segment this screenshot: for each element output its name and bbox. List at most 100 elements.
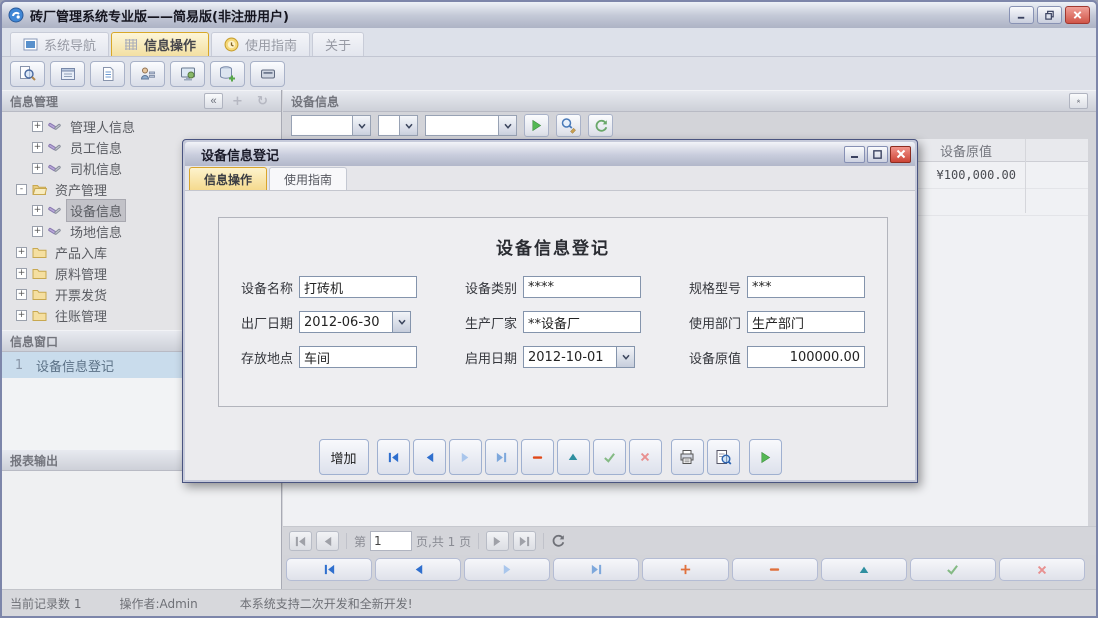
check-record-button[interactable] bbox=[910, 558, 996, 581]
check-dialog-button[interactable] bbox=[593, 439, 626, 475]
panel-collapse-button[interactable] bbox=[1069, 93, 1088, 109]
close-button[interactable] bbox=[1065, 6, 1090, 24]
next-page-button[interactable] bbox=[486, 531, 509, 551]
search-button[interactable] bbox=[10, 61, 45, 87]
pager-refresh-icon[interactable] bbox=[551, 534, 565, 548]
monitor-button[interactable] bbox=[170, 61, 205, 87]
up-dialog-button[interactable] bbox=[557, 439, 590, 475]
form-field-grid: 设备名称设备类别规格型号出厂日期生产厂家使用部门存放地点启用日期设备原值 bbox=[241, 276, 887, 368]
tab-label: 系统导航 bbox=[44, 35, 96, 54]
document-button[interactable] bbox=[90, 61, 125, 87]
tree-toggle-icon[interactable]: + bbox=[16, 268, 27, 279]
dialog-tab-1[interactable]: 使用指南 bbox=[269, 167, 347, 190]
device-button[interactable] bbox=[250, 61, 285, 87]
plus-record-button[interactable] bbox=[642, 558, 728, 581]
field-input[interactable] bbox=[299, 311, 393, 333]
field-input[interactable] bbox=[747, 346, 865, 368]
next-icon bbox=[491, 535, 504, 548]
tree-toggle-icon[interactable]: + bbox=[32, 226, 43, 237]
last-icon bbox=[590, 563, 603, 576]
filter-combo[interactable] bbox=[291, 115, 371, 136]
add-button[interactable]: 增加 bbox=[319, 439, 369, 475]
prev-icon bbox=[321, 535, 334, 548]
prev-record-button[interactable] bbox=[375, 558, 461, 581]
tab-system-nav[interactable]: 系统导航 bbox=[10, 32, 109, 56]
field-input-wrap bbox=[523, 346, 635, 368]
last-page-button[interactable] bbox=[513, 531, 536, 551]
prev-page-button[interactable] bbox=[316, 531, 339, 551]
tree-toggle-icon[interactable]: + bbox=[32, 205, 43, 216]
data-table-button[interactable] bbox=[210, 61, 245, 87]
folder-icon bbox=[32, 288, 47, 301]
tree-toggle-icon[interactable]: + bbox=[16, 247, 27, 258]
dialog-titlebar[interactable]: 设备信息登记 bbox=[185, 142, 915, 166]
personnel-button[interactable] bbox=[130, 61, 165, 87]
page-number-input[interactable] bbox=[370, 531, 412, 551]
grid-column-header[interactable]: 设备原值 bbox=[928, 139, 1025, 161]
dialog-tab-0[interactable]: 信息操作 bbox=[189, 167, 267, 190]
chevron-down-icon[interactable] bbox=[399, 116, 417, 135]
chevron-down-icon[interactable] bbox=[498, 116, 516, 135]
play-dialog-button[interactable] bbox=[749, 439, 782, 475]
dialog-minimize-button[interactable] bbox=[844, 146, 865, 163]
field-input[interactable] bbox=[299, 346, 417, 368]
sidebar-collapse-button[interactable]: « bbox=[204, 93, 223, 109]
tree-item[interactable]: +管理人信息 bbox=[2, 116, 281, 137]
dropdown-arrow-button[interactable] bbox=[617, 346, 635, 368]
first-dialog-button[interactable] bbox=[377, 439, 410, 475]
device-form: 设备信息登记 设备名称设备类别规格型号出厂日期生产厂家使用部门存放地点启用日期设… bbox=[218, 217, 888, 407]
restore-button[interactable] bbox=[1037, 6, 1062, 24]
minimize-button[interactable] bbox=[1009, 6, 1034, 24]
tool-icon bbox=[48, 120, 62, 133]
main-panel-title: 设备信息 bbox=[291, 93, 339, 110]
prev-dialog-button[interactable] bbox=[413, 439, 446, 475]
dropdown-arrow-button[interactable] bbox=[393, 311, 411, 333]
run-button[interactable] bbox=[524, 114, 549, 137]
form-field-1: 设备类别 bbox=[465, 276, 663, 298]
refresh-button[interactable] bbox=[588, 114, 613, 137]
filter-combo[interactable] bbox=[378, 115, 418, 136]
window-controls bbox=[1009, 6, 1090, 24]
cross-record-button[interactable] bbox=[999, 558, 1085, 581]
divider bbox=[543, 533, 544, 549]
last-dialog-button[interactable] bbox=[485, 439, 518, 475]
form-button[interactable] bbox=[50, 61, 85, 87]
tree-item-label: 资产管理 bbox=[52, 179, 110, 200]
dialog-maximize-button[interactable] bbox=[867, 146, 888, 163]
print-icon bbox=[679, 449, 695, 465]
tab-about[interactable]: 关于 bbox=[312, 32, 364, 56]
print-dialog-button[interactable] bbox=[671, 439, 704, 475]
form-field-5: 使用部门 bbox=[689, 311, 887, 333]
report-output-title: 报表输出 bbox=[10, 452, 58, 469]
minus-record-button[interactable] bbox=[732, 558, 818, 581]
tree-toggle-icon[interactable]: - bbox=[16, 184, 27, 195]
last-record-button[interactable] bbox=[553, 558, 639, 581]
up-record-button[interactable] bbox=[821, 558, 907, 581]
tree-toggle-icon[interactable]: + bbox=[32, 142, 43, 153]
first-record-button[interactable] bbox=[286, 558, 372, 581]
search-edit-button[interactable] bbox=[556, 114, 581, 137]
next-icon bbox=[459, 451, 472, 464]
chevron-down-icon[interactable] bbox=[352, 116, 370, 135]
preview-dialog-button[interactable] bbox=[707, 439, 740, 475]
tab-info-ops[interactable]: 信息操作 bbox=[111, 32, 209, 56]
tree-toggle-icon[interactable]: + bbox=[32, 121, 43, 132]
tree-toggle-icon[interactable]: + bbox=[16, 289, 27, 300]
tree-toggle-icon[interactable]: + bbox=[32, 163, 43, 174]
field-input[interactable] bbox=[747, 276, 865, 298]
field-input[interactable] bbox=[523, 276, 641, 298]
field-input[interactable] bbox=[747, 311, 865, 333]
field-input[interactable] bbox=[299, 276, 417, 298]
tree-toggle-icon[interactable]: + bbox=[16, 310, 27, 321]
field-input[interactable] bbox=[523, 311, 641, 333]
field-label: 设备原值 bbox=[689, 348, 741, 367]
field-input[interactable] bbox=[523, 346, 617, 368]
minus-dialog-button[interactable] bbox=[521, 439, 554, 475]
dialog-close-button[interactable] bbox=[890, 146, 911, 163]
tab-user-guide[interactable]: 使用指南 bbox=[211, 32, 310, 56]
next-dialog-button[interactable] bbox=[449, 439, 482, 475]
first-page-button[interactable] bbox=[289, 531, 312, 551]
filter-combo[interactable] bbox=[425, 115, 517, 136]
next-record-button[interactable] bbox=[464, 558, 550, 581]
cross-dialog-button[interactable] bbox=[629, 439, 662, 475]
